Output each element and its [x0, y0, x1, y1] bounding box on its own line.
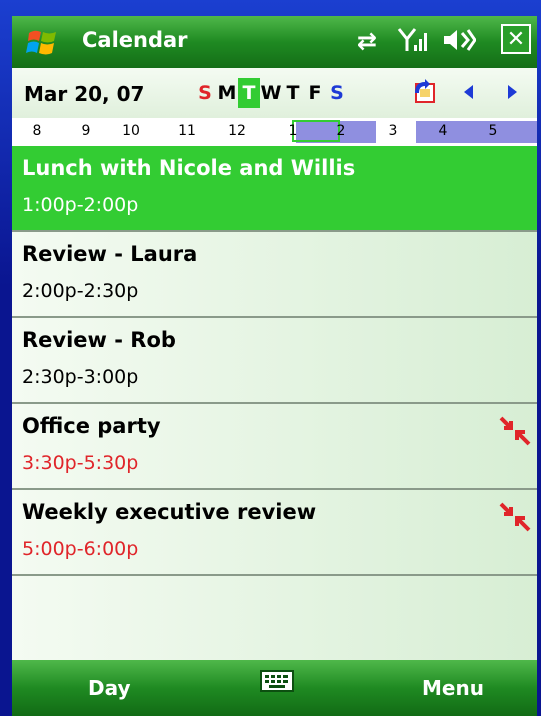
weekday-sunday[interactable]: S	[194, 78, 216, 108]
appointment-item[interactable]: Lunch with Nicole and Willis 1:00p-2:00p	[12, 146, 537, 232]
hour-strip[interactable]: 8 9 10 11 12 1 2 3 4 5	[12, 118, 537, 147]
conflict-icon	[499, 416, 531, 446]
appointment-title: Review - Laura	[22, 242, 198, 266]
weekday-friday[interactable]: F	[304, 78, 326, 108]
appointment-time: 3:30p-5:30p	[22, 452, 139, 474]
next-day-arrow-icon[interactable]	[502, 82, 522, 102]
hour-label: 3	[388, 123, 398, 139]
windows-start-icon[interactable]	[26, 27, 60, 57]
weekday-tuesday-today[interactable]: T	[238, 78, 260, 108]
appointment-time: 2:30p-3:00p	[22, 366, 139, 388]
close-button[interactable]: ✕	[501, 24, 531, 54]
date-bar: Mar 20, 07 S M T W T F S	[12, 68, 537, 118]
hour-label: 5	[488, 123, 498, 139]
appointment-time: 5:00p-6:00p	[22, 538, 139, 560]
connectivity-icon[interactable]: ⇄	[352, 25, 382, 57]
signal-icon[interactable]	[396, 25, 428, 57]
week-day-picker: S M T W T F S	[194, 78, 348, 108]
hour-label: 4	[438, 123, 448, 139]
weekday-wednesday[interactable]: W	[260, 78, 282, 108]
appointment-item[interactable]: Review - Rob 2:30p-3:00p	[12, 318, 537, 404]
appointment-item[interactable]: Review - Laura 2:00p-2:30p	[12, 232, 537, 318]
appointment-item[interactable]: Weekly executive review 5:00p-6:00p	[12, 490, 537, 576]
appointment-title: Weekly executive review	[22, 500, 317, 524]
hour-label: 12	[228, 123, 246, 139]
appointment-list: Lunch with Nicole and Willis 1:00p-2:00p…	[12, 146, 537, 660]
go-to-today-icon[interactable]	[412, 79, 438, 105]
hour-label: 11	[178, 123, 196, 139]
weekday-thursday[interactable]: T	[282, 78, 304, 108]
soft-key-bar: Day Menu	[12, 660, 537, 716]
conflict-icon	[499, 502, 531, 532]
appointment-time: 1:00p-2:00p	[22, 194, 139, 216]
screen: Calendar ⇄ ✕ Mar 20, 07 S M T W T F S 8 …	[12, 16, 537, 716]
weekday-saturday[interactable]: S	[326, 78, 348, 108]
keyboard-icon[interactable]	[260, 670, 294, 692]
hour-label: 10	[122, 123, 140, 139]
hour-label: 9	[81, 123, 91, 139]
title-bar: Calendar ⇄ ✕	[12, 16, 537, 68]
appointment-title: Review - Rob	[22, 328, 176, 352]
hour-label: 2	[336, 123, 346, 139]
appointment-time: 2:00p-2:30p	[22, 280, 139, 302]
appointment-item[interactable]: Office party 3:30p-5:30p	[12, 404, 537, 490]
current-date[interactable]: Mar 20, 07	[24, 82, 144, 106]
weekday-monday[interactable]: M	[216, 78, 238, 108]
app-title: Calendar	[82, 28, 188, 52]
appointment-title: Lunch with Nicole and Willis	[22, 156, 356, 180]
hour-label: 8	[32, 123, 42, 139]
previous-day-arrow-icon[interactable]	[459, 82, 479, 102]
hour-label: 1	[288, 123, 298, 139]
appointment-title: Office party	[22, 414, 161, 438]
day-softkey[interactable]: Day	[88, 676, 131, 700]
volume-icon[interactable]	[442, 25, 477, 57]
menu-softkey[interactable]: Menu	[422, 676, 484, 700]
